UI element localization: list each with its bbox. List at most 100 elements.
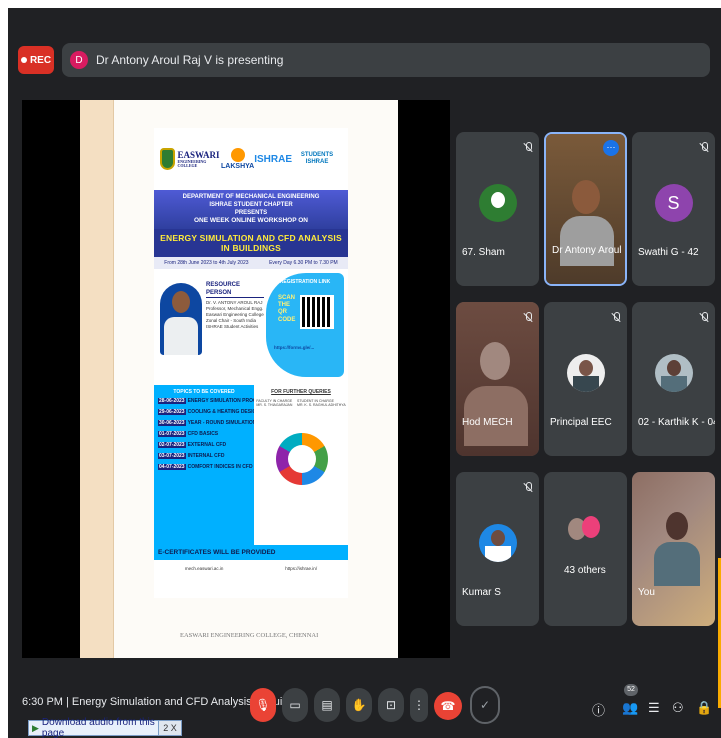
- record-dot-icon: [20, 57, 27, 63]
- further-heading: FOR FURTHER QUERIES: [271, 389, 331, 396]
- scan-text: SCAN THE QR CODE: [278, 295, 296, 323]
- mic-toggle-button[interactable]: 🎙: [250, 688, 276, 722]
- slide-spine: [80, 100, 114, 658]
- self-video: [632, 472, 715, 626]
- present-icon: ⊡: [385, 698, 397, 712]
- energy-wheel-icon: [276, 433, 328, 486]
- avatar: [654, 354, 693, 392]
- sun-icon: [230, 148, 245, 162]
- download-audio-button[interactable]: ▶ Download audio from this page: [28, 717, 170, 738]
- workshop-poster: EASWARI ENGINEERING COLLEGE LAKSHYA ISHR…: [154, 128, 348, 598]
- more-vert-icon: ⋮: [413, 698, 425, 712]
- participant-tile[interactable]: ⋯ Dr Antony Aroul R...: [544, 132, 627, 286]
- students-ishrae-logo: STUDENTS ISHRAE: [300, 152, 334, 165]
- extra-button[interactable]: ✓: [470, 686, 500, 724]
- dept-name: DEPARTMENT OF MECHANICAL ENGINEERING: [182, 194, 320, 200]
- poster-dates: From 28th June 2023 to 4th July 2023 Eve…: [154, 257, 348, 270]
- avatar: S: [654, 184, 693, 222]
- activities-icon[interactable]: ⚇: [672, 700, 684, 716]
- participant-name: Swathi G - 42: [638, 247, 699, 258]
- presentation-stage[interactable]: EASWARI ENGINEERING COLLEGE LAKSHYA ISHR…: [22, 100, 450, 658]
- mic-off-icon: [699, 312, 709, 324]
- presents-label: PRESENTS: [234, 210, 268, 217]
- mic-off-icon: [611, 312, 621, 324]
- topic-item: 28-06-2023 ENERGY SIMULATION PROCEDURE: [158, 398, 275, 405]
- participant-name: Dr Antony Aroul R...: [552, 245, 625, 256]
- dates-right: Every Day 6.30 PM to 7.30 PM: [269, 260, 338, 267]
- play-icon: ▶: [32, 722, 39, 733]
- raise-hand-button[interactable]: ✋: [346, 688, 372, 722]
- topics-row: TOPICS TO BE COVERED 28-06-2023 ENERGY SI…: [154, 385, 348, 546]
- participant-video: [546, 134, 625, 284]
- contacts: FACULTY IN CHARGE MR. S. THIAGARAJAN STUD…: [256, 399, 346, 408]
- participant-tile[interactable]: 02 - Karthik K - 041: [632, 302, 715, 456]
- chapter-name: ISHRAE STUDENT CHAPTER: [209, 202, 293, 209]
- topic-item: 03-07-2023 INTERNAL CFD: [158, 453, 225, 460]
- further-queries: FOR FURTHER QUERIES FACULTY IN CHARGE MR.…: [254, 385, 348, 546]
- chat-icon[interactable]: ☰: [648, 700, 660, 716]
- participant-tile[interactable]: Principal EEC: [544, 302, 627, 456]
- participant-tile[interactable]: S Swathi G - 42: [632, 132, 715, 286]
- college-emblem-icon: [160, 148, 175, 170]
- resource-person-photo: [160, 283, 202, 356]
- poster-footer: mech.easwari.ac.in https://ishrae.in/: [154, 560, 348, 571]
- lock-icon[interactable]: 🔒: [696, 700, 712, 716]
- college-sub: ENGINEERING COLLEGE: [177, 158, 207, 168]
- avatar: [582, 516, 600, 538]
- participant-name: You: [638, 587, 655, 598]
- mic-off-icon: [523, 312, 533, 324]
- dates-left: From 28th June 2023 to 4th July 2023: [164, 260, 249, 267]
- people-icon[interactable]: 👥: [622, 700, 638, 716]
- presenting-banner[interactable]: D Dr Antony Aroul Raj V is presenting: [62, 43, 710, 77]
- more-options-button[interactable]: ⋮: [410, 688, 428, 722]
- participant-tile[interactable]: 67. Sham: [456, 132, 539, 286]
- resource-heading: RESOURCE PERSON: [206, 281, 264, 299]
- footer-right: https://ishrae.in/: [285, 566, 318, 572]
- topic-item: 29-06-2023 COOLING & HEATING DESIGN: [158, 409, 260, 416]
- topic-item: 04-07-2023 COMFORT INDICES IN CFD: [158, 464, 253, 471]
- presenting-text: Dr Antony Aroul Raj V is presenting: [96, 53, 284, 67]
- workshop-label: ONE WEEK ONLINE WORKSHOP ON: [194, 217, 308, 225]
- topics-heading: TOPICS TO BE COVERED: [173, 389, 235, 396]
- resource-section: RESOURCE PERSON Dr. V. ANTONY AROUL RAJ …: [154, 269, 348, 386]
- participant-name: Hod MECH: [462, 417, 513, 428]
- topics-list: TOPICS TO BE COVERED 28-06-2023 ENERGY SI…: [154, 385, 275, 546]
- mic-off-icon: 🎙: [255, 698, 271, 712]
- participant-name: 02 - Karthik K - 041: [638, 417, 715, 428]
- topic-item: 01-07-2023 CFD BASICS: [158, 431, 219, 438]
- registration-box: REGISTRATION LINK SCAN THE QR CODE https…: [266, 273, 344, 378]
- present-button[interactable]: ⊡: [378, 688, 404, 722]
- easwari-logo: EASWARI ENGINEERING COLLEGE: [160, 148, 221, 170]
- more-options-icon[interactable]: ⋯: [603, 140, 619, 156]
- self-tile[interactable]: You: [632, 472, 715, 626]
- top-bar: REC D Dr Antony Aroul Raj V is presentin…: [18, 38, 721, 82]
- resource-line: ISHRAE Student Activities: [206, 324, 259, 330]
- registration-heading: REGISTRATION LINK: [279, 279, 331, 286]
- participant-tile[interactable]: Hod MECH: [456, 302, 539, 456]
- dept-band: DEPARTMENT OF MECHANICAL ENGINEERING ISH…: [154, 190, 348, 230]
- bottom-bar: 6:30 PM | Energy Simulation and CFD Anal…: [8, 668, 721, 738]
- hand-icon: ✋: [351, 698, 367, 712]
- participant-name: Kumar S: [462, 587, 501, 598]
- captions-button[interactable]: ▤: [314, 688, 340, 722]
- lakshya-logo: LAKSHYA: [221, 148, 254, 170]
- slide-page: EASWARI ENGINEERING COLLEGE LAKSHYA ISHR…: [80, 100, 398, 658]
- others-count: 43 others: [564, 565, 606, 576]
- presenter-avatar: D: [70, 51, 88, 69]
- download-label: Download audio from this page: [41, 717, 155, 738]
- participant-tile[interactable]: Kumar S: [456, 472, 539, 626]
- avatar: [478, 184, 517, 222]
- camera-toggle-button[interactable]: ▭: [282, 688, 308, 722]
- recording-indicator[interactable]: REC: [18, 46, 54, 74]
- registration-link: https://forms.gle/...: [274, 345, 315, 351]
- avatar: [566, 354, 605, 392]
- poster-title: ENERGY SIMULATION AND CFD ANALYSIS IN BU…: [154, 229, 348, 258]
- leave-call-button[interactable]: ☎: [434, 692, 462, 720]
- download-close-button[interactable]: 2 X: [158, 720, 182, 736]
- info-icon[interactable]: ⓘ: [592, 700, 605, 719]
- others-tile[interactable]: 43 others: [544, 472, 627, 626]
- ishrae-logo: ISHRAE: [254, 153, 293, 165]
- end-call-icon: ☎: [440, 699, 456, 713]
- mic-off-icon: [523, 142, 533, 154]
- mic-off-icon: [699, 142, 709, 154]
